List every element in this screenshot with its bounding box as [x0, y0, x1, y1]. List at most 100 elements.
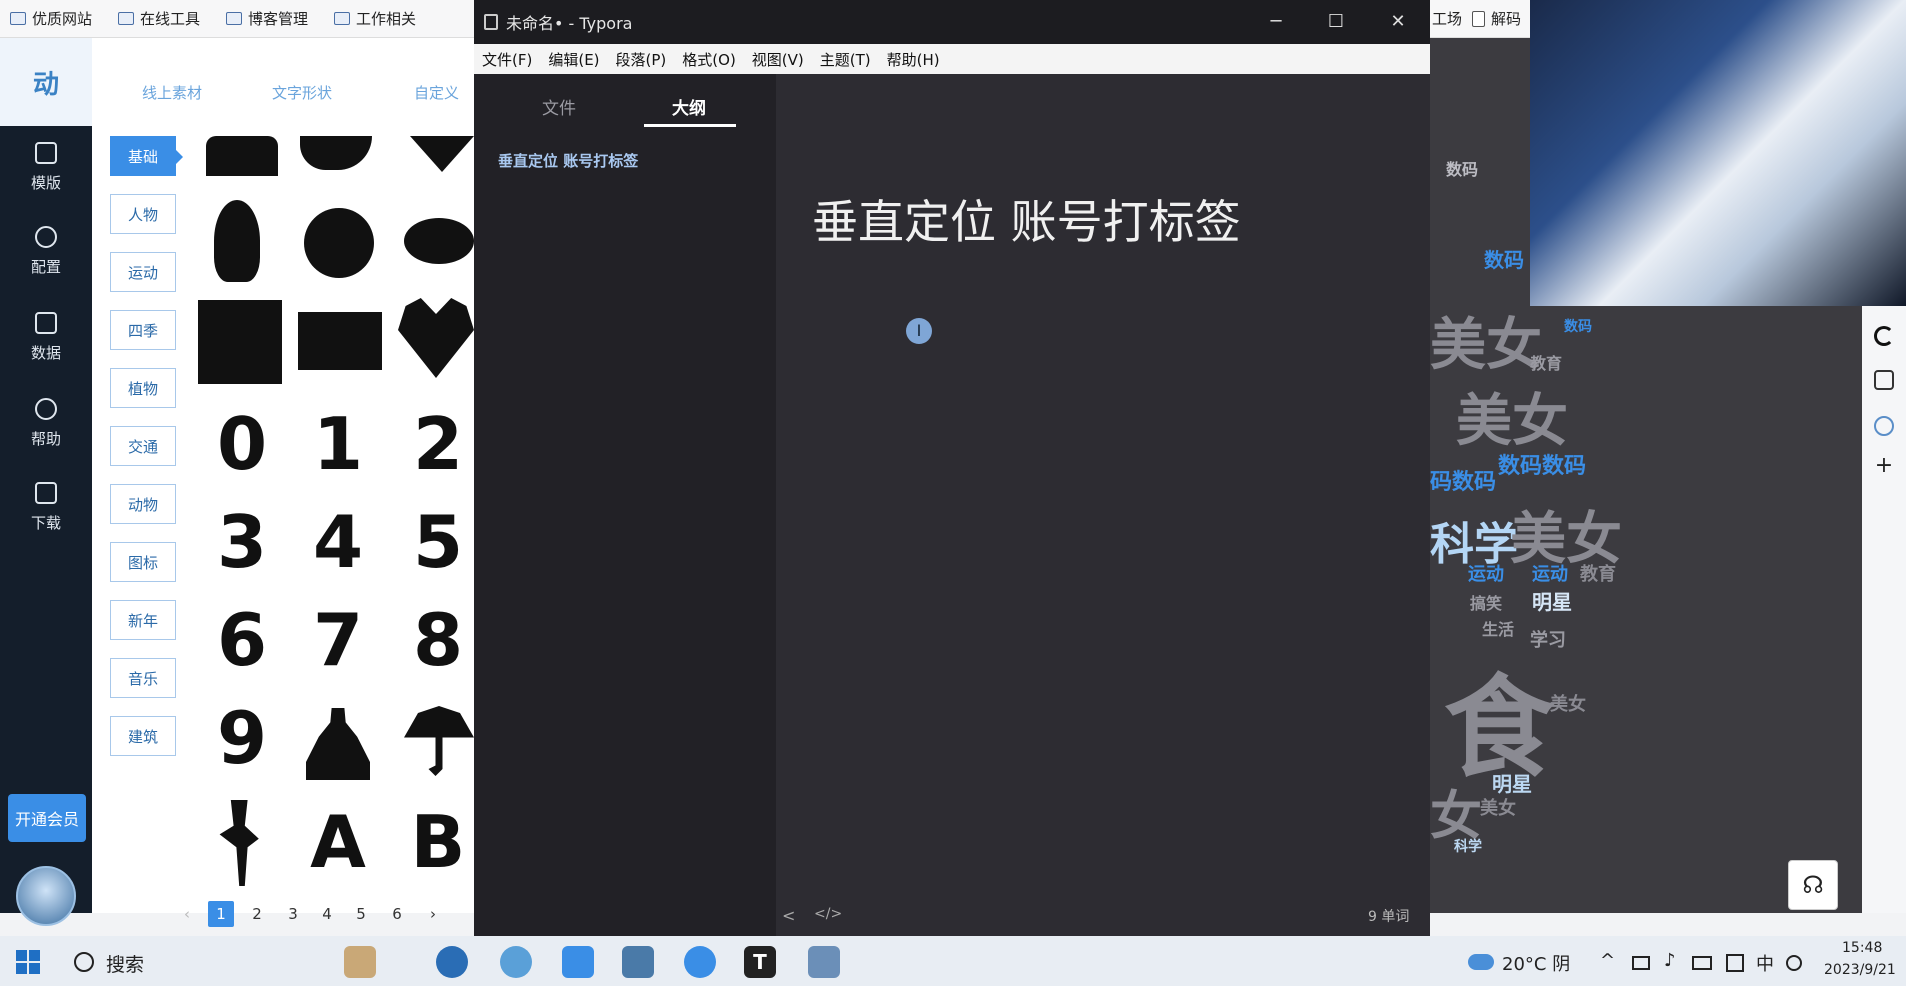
- toggle-sidebar-button[interactable]: <: [782, 906, 795, 925]
- shape-digit-4[interactable]: 4: [298, 506, 378, 578]
- text-cursor-icon: I: [906, 318, 932, 344]
- menu-edit[interactable]: 编辑(E): [548, 49, 599, 70]
- taskbar-app-icon[interactable]: [562, 946, 594, 978]
- bookmark-item[interactable]: 博客管理: [226, 8, 308, 29]
- bookmark-label: 博客管理: [248, 10, 309, 28]
- add-icon[interactable]: +: [1874, 455, 1894, 477]
- category-music[interactable]: 音乐: [110, 658, 176, 698]
- start-button[interactable]: [16, 950, 40, 974]
- ime-indicator[interactable]: 中: [1756, 950, 1774, 976]
- shape-letter-a[interactable]: A: [298, 806, 378, 878]
- category-people[interactable]: 人物: [110, 194, 176, 234]
- category-animals[interactable]: 动物: [110, 484, 176, 524]
- shape-digit-8[interactable]: 8: [402, 604, 474, 676]
- brand-text: 动: [32, 69, 59, 100]
- menu-file[interactable]: 文件(F): [482, 49, 532, 70]
- shape-ellipse[interactable]: [404, 218, 474, 264]
- gear-app-icon[interactable]: [684, 946, 716, 978]
- edge-browser-icon[interactable]: [436, 946, 468, 978]
- battery-icon[interactable]: [1692, 956, 1712, 970]
- menu-view[interactable]: 视图(V): [752, 49, 804, 70]
- outline-item[interactable]: 垂直定位 账号打标签: [498, 150, 638, 171]
- category-sports[interactable]: 运动: [110, 252, 176, 292]
- page-next-button[interactable]: ›: [420, 901, 446, 927]
- taskbar-app-icon[interactable]: [344, 946, 376, 978]
- shape-digit-2[interactable]: 2: [402, 408, 474, 480]
- minimize-button[interactable]: ─: [1266, 12, 1286, 32]
- chrome-icon[interactable]: [500, 946, 532, 978]
- taskbar-app-icon[interactable]: [622, 946, 654, 978]
- document-heading[interactable]: 垂直定位 账号打标签: [812, 186, 1241, 252]
- open-membership-button[interactable]: 开通会员: [8, 794, 86, 842]
- active-tab-underline: [644, 124, 736, 127]
- word-count[interactable]: 9 单词: [1368, 906, 1409, 926]
- category-plants[interactable]: 植物: [110, 368, 176, 408]
- language-icon[interactable]: [1786, 955, 1802, 971]
- bookmark-item[interactable]: 在线工具: [118, 8, 200, 29]
- page-button-1[interactable]: 1: [208, 901, 234, 927]
- nav-item-download[interactable]: 下载: [0, 482, 92, 533]
- source-code-mode-button[interactable]: </>: [814, 906, 842, 922]
- shape-square[interactable]: [198, 300, 282, 384]
- volume-icon[interactable]: ♪: [1664, 950, 1676, 971]
- shape-circle[interactable]: [304, 208, 374, 278]
- game-icon[interactable]: [1874, 370, 1894, 390]
- menu-format[interactable]: 格式(O): [682, 49, 736, 70]
- page-prev-button[interactable]: ‹: [174, 901, 200, 927]
- shape-letter-b[interactable]: B: [402, 806, 474, 878]
- bookmark-item[interactable]: 解码: [1472, 8, 1521, 29]
- shape-digit-9[interactable]: 9: [202, 702, 282, 774]
- nav-item-template[interactable]: 模版: [0, 142, 92, 193]
- page-button-3[interactable]: 3: [280, 901, 306, 927]
- category-new-year[interactable]: 新年: [110, 600, 176, 640]
- nav-item-config[interactable]: 配置: [0, 226, 92, 277]
- refresh-icon[interactable]: [1874, 326, 1894, 346]
- clock-date[interactable]: 2023/9/21: [1824, 962, 1896, 978]
- shape-digit-1[interactable]: 1: [298, 408, 378, 480]
- category-architecture[interactable]: 建筑: [110, 716, 176, 756]
- menu-paragraph[interactable]: 段落(P): [616, 49, 667, 70]
- taskbar-search[interactable]: 搜索: [106, 950, 144, 977]
- settings-gear-icon[interactable]: [1874, 416, 1894, 436]
- page-button-4[interactable]: 4: [314, 901, 340, 927]
- shape-digit-6[interactable]: 6: [202, 604, 282, 676]
- bookmark-item[interactable]: 工作相关: [334, 8, 416, 29]
- bookmark-item[interactable]: 优质网站: [10, 8, 92, 29]
- category-traffic[interactable]: 交通: [110, 426, 176, 466]
- keyboard-icon[interactable]: [1726, 954, 1744, 972]
- page-button-2[interactable]: 2: [244, 901, 270, 927]
- tray-chevron-icon[interactable]: ^: [1600, 950, 1615, 971]
- nav-item-help[interactable]: 帮助: [0, 398, 92, 449]
- category-seasons[interactable]: 四季: [110, 310, 176, 350]
- nav-item-data[interactable]: 数据: [0, 312, 92, 363]
- headset-button[interactable]: ☊: [1788, 860, 1838, 910]
- maximize-button[interactable]: ☐: [1326, 12, 1346, 32]
- tab-text-shape[interactable]: 文字形状: [272, 82, 332, 103]
- page-button-5[interactable]: 5: [348, 901, 374, 927]
- typora-taskbar-icon[interactable]: T: [744, 946, 776, 978]
- shape-rectangle[interactable]: [298, 312, 382, 370]
- close-button[interactable]: ✕: [1388, 12, 1408, 32]
- sidebar-tab-outline[interactable]: 大纲: [672, 94, 706, 119]
- category-icons[interactable]: 图标: [110, 542, 176, 582]
- file-explorer-icon[interactable]: [808, 946, 840, 978]
- tab-custom[interactable]: 自定义: [414, 82, 459, 103]
- category-basic[interactable]: 基础: [110, 136, 183, 176]
- sidebar-tab-files[interactable]: 文件: [542, 94, 576, 119]
- weather-text[interactable]: 20°C 阴: [1502, 950, 1570, 976]
- shape-digit-7[interactable]: 7: [298, 604, 378, 676]
- page-button-6[interactable]: 6: [384, 901, 410, 927]
- bookmark-item[interactable]: 工场: [1432, 8, 1462, 29]
- shape-digit-3[interactable]: 3: [202, 506, 282, 578]
- avatar[interactable]: [16, 866, 76, 926]
- menu-theme[interactable]: 主题(T): [820, 49, 871, 70]
- shape-digit-0[interactable]: 0: [202, 408, 282, 480]
- shape-cat[interactable]: [214, 200, 260, 282]
- menu-help[interactable]: 帮助(H): [887, 49, 940, 70]
- wordcloud-word: 美女: [1480, 798, 1516, 819]
- shape-silhouette-figure[interactable]: [206, 136, 278, 176]
- tab-online-material[interactable]: 线上素材: [142, 82, 202, 103]
- network-icon[interactable]: [1632, 956, 1650, 970]
- shape-digit-5[interactable]: 5: [402, 506, 474, 578]
- clock-time[interactable]: 15:48: [1842, 940, 1882, 956]
